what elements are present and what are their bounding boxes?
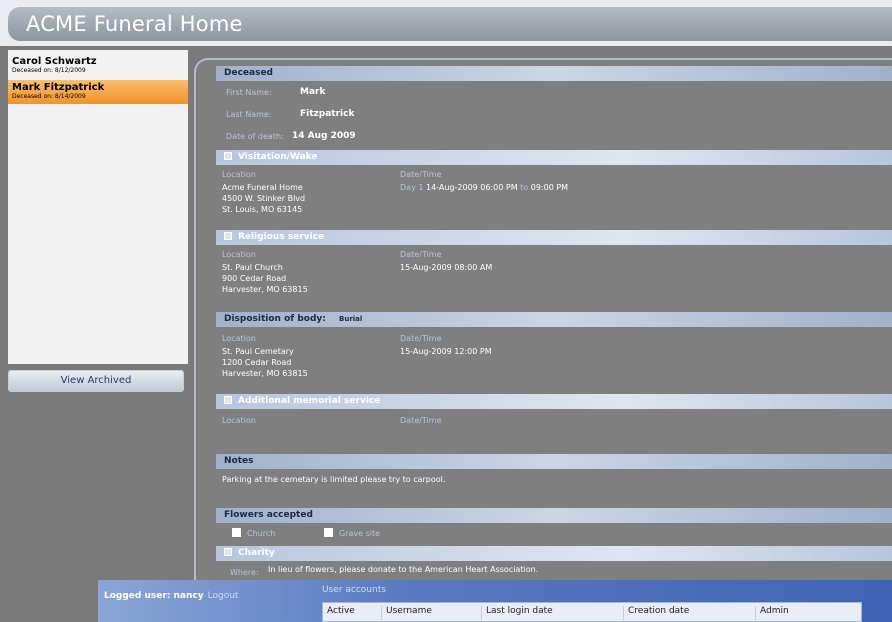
notes-text: Parking at the cemetary is limited pleas… bbox=[222, 475, 446, 484]
section-notes: Notes bbox=[216, 454, 892, 469]
flowers-grave-checkbox[interactable] bbox=[324, 528, 333, 537]
disposition-location: St. Paul Cemetary 1200 Cedar Road Harves… bbox=[222, 347, 308, 378]
section-visitation[interactable]: Visitation/Wake bbox=[216, 150, 892, 165]
column-last-login[interactable]: Last login date bbox=[481, 606, 553, 620]
last-name-label: Last Name: bbox=[226, 110, 272, 119]
first-name-value: Mark bbox=[300, 87, 326, 97]
religious-datetime-label: Date/Time bbox=[400, 250, 442, 259]
list-item-date: Deceased on: 8/14/2009 bbox=[12, 93, 86, 100]
date-of-death-label: Date of death: bbox=[226, 132, 284, 141]
disposition-datetime-label: Date/Time bbox=[400, 334, 442, 343]
list-item-mark-fitzpatrick[interactable]: Mark Fitzpatrick Deceased on: 8/14/2009 bbox=[8, 80, 188, 104]
section-charity[interactable]: Charity bbox=[216, 546, 892, 561]
section-religious-service[interactable]: Religious service bbox=[216, 230, 892, 245]
column-username[interactable]: Username bbox=[381, 606, 432, 620]
user-accounts-title: User accounts bbox=[322, 585, 386, 595]
flowers-church-option[interactable]: Church bbox=[232, 528, 275, 539]
column-admin[interactable]: Admin bbox=[755, 606, 789, 620]
list-item-date: Deceased on: 8/12/2009 bbox=[12, 67, 86, 74]
section-disposition: Disposition of body: Burial bbox=[216, 312, 892, 327]
visitation-checkbox[interactable] bbox=[224, 152, 232, 160]
disposition-header: Disposition of body: bbox=[224, 314, 326, 324]
last-name-value: Fitzpatrick bbox=[300, 109, 355, 119]
view-archived-button[interactable]: View Archived bbox=[8, 370, 184, 392]
religious-location: St. Paul Church 900 Cedar Road Harvester… bbox=[222, 263, 308, 294]
visitation-datetime: Day 1 14-Aug-2009 06:00 PM to 09:00 PM bbox=[400, 183, 569, 192]
list-item-name: Carol Schwartz bbox=[12, 56, 97, 67]
list-item-name: Mark Fitzpatrick bbox=[12, 82, 105, 93]
additional-service-checkbox[interactable] bbox=[224, 396, 232, 404]
flowers-church-checkbox[interactable] bbox=[232, 528, 241, 537]
first-name-label: First Name: bbox=[226, 88, 272, 97]
additional-location-label: Location bbox=[222, 416, 256, 425]
charity-text: In lieu of flowers, please donate to the… bbox=[268, 565, 539, 574]
detail-panel: Deceased First Name: Mark Last Name: Fit… bbox=[194, 58, 892, 588]
visitation-datetime-label: Date/Time bbox=[400, 170, 442, 179]
list-item-carol-schwartz[interactable]: Carol Schwartz Deceased on: 8/12/2009 bbox=[8, 54, 188, 78]
column-active[interactable]: Active bbox=[323, 606, 355, 620]
column-creation-date[interactable]: Creation date bbox=[623, 606, 689, 620]
date-of-death-value: 14 Aug 2009 bbox=[292, 131, 356, 141]
religious-location-label: Location bbox=[222, 250, 256, 259]
logout-link[interactable]: Logout bbox=[208, 591, 239, 601]
section-deceased: Deceased bbox=[216, 66, 892, 81]
deceased-list: Carol Schwartz Deceased on: 8/12/2009 Ma… bbox=[8, 50, 188, 364]
charity-checkbox[interactable] bbox=[224, 548, 232, 556]
disposition-location-label: Location bbox=[222, 334, 256, 343]
user-accounts-table: Active Username Last login date Creation… bbox=[322, 602, 862, 622]
charity-where-label: Where: bbox=[230, 568, 259, 577]
religious-service-checkbox[interactable] bbox=[224, 232, 232, 240]
additional-datetime-label: Date/Time bbox=[400, 416, 442, 425]
visitation-location: Acme Funeral Home 4500 W. Stinker Blvd S… bbox=[222, 183, 306, 214]
logged-user: Logged user: nancy Logout bbox=[104, 591, 239, 601]
app-title: ACME Funeral Home bbox=[26, 12, 243, 36]
flowers-grave-option[interactable]: Grave site bbox=[324, 528, 380, 539]
additional-service-header: Additional memorial service bbox=[238, 396, 381, 406]
charity-header: Charity bbox=[238, 548, 275, 558]
disposition-type: Burial bbox=[339, 315, 363, 323]
visitation-location-label: Location bbox=[222, 170, 256, 179]
religious-datetime: 15-Aug-2009 08:00 AM bbox=[400, 263, 493, 272]
disposition-datetime: 15-Aug-2009 12:00 PM bbox=[400, 347, 492, 356]
section-flowers: Flowers accepted bbox=[216, 508, 892, 523]
section-additional-service[interactable]: Additional memorial service bbox=[216, 394, 892, 409]
visitation-header: Visitation/Wake bbox=[238, 152, 318, 162]
religious-service-header: Religious service bbox=[238, 232, 325, 242]
app-header: ACME Funeral Home bbox=[0, 0, 892, 46]
